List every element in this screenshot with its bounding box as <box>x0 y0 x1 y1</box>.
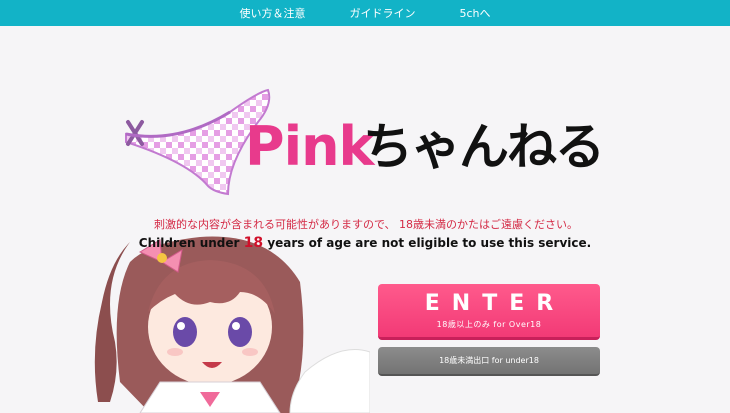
age-warning-en-before: Children under <box>138 236 240 250</box>
age-warning-en: Children under 18 years of age are not e… <box>0 235 730 251</box>
exit-under18-button[interactable]: 18歳未満出口 for under18 <box>378 347 600 376</box>
age-warning-en-after: years of age are not eligible to use thi… <box>267 236 592 250</box>
top-nav: 使い方＆注意 ガイドライン 5chへ <box>0 0 730 26</box>
age-warning-jp: 刺激的な内容が含まれる可能性がありますので、 18歳未満のかたはご遠慮ください。 <box>153 218 579 231</box>
enter-button[interactable]: ENTER 18歳以上のみ for Over18 <box>378 284 600 340</box>
enter-button-label: ENTER <box>424 291 566 316</box>
logo-text-channel: ちゃんねる <box>363 118 605 176</box>
nav-5ch-link[interactable]: 5chへ <box>459 5 490 21</box>
nav-usage-link[interactable]: 使い方＆注意 <box>239 5 305 21</box>
age-number: 18 <box>243 235 264 251</box>
enter-button-sublabel: 18歳以上のみ for Over18 <box>436 320 542 329</box>
nav-guideline-link[interactable]: ガイドライン <box>349 5 415 21</box>
site-logo: Pink ちゃんねる <box>118 82 618 207</box>
logo-text-pink: Pink <box>245 115 374 178</box>
